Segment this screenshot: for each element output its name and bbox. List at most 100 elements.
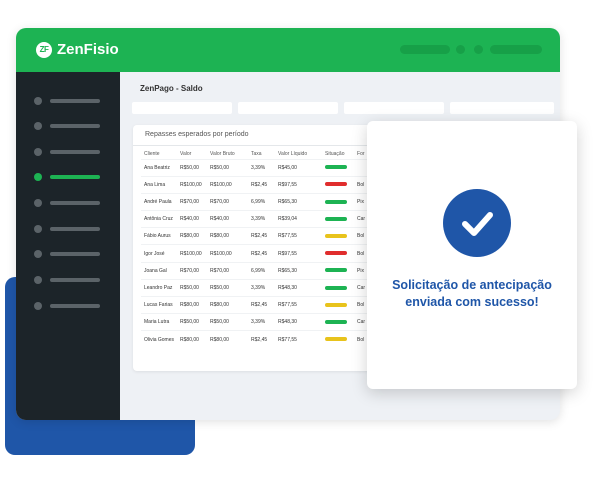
status-badge [325, 234, 348, 239]
sidebar-item[interactable] [34, 121, 104, 131]
table-cell-cliente: Olivia Gomes [141, 330, 178, 349]
table-cell-liquido: R$48,30 [275, 313, 323, 331]
column-header[interactable]: Valor Líquido [275, 149, 322, 159]
page-title: ZenPago - Saldo [140, 84, 203, 93]
sidebar [16, 72, 120, 420]
table-cell-status [322, 313, 355, 331]
status-badge [325, 302, 348, 307]
table-cell-bruto: R$50,00 [207, 278, 249, 297]
table-row[interactable]: Ana Lima R$100,00 R$100,00 R$2,45 R$97,55 Bol [141, 175, 369, 194]
top-bar-dot-icon[interactable] [474, 45, 483, 54]
table-cell-liquido: R$65,30 [275, 261, 323, 280]
table-row[interactable]: André Paula R$70,00 R$70,00 6,99% R$65,30 Pix [141, 192, 369, 211]
status-badge [325, 319, 348, 324]
table-cell-taxa: R$2,45 [248, 175, 276, 194]
top-bar-dot-icon[interactable] [456, 45, 465, 54]
table-cell-liquido: R$65,30 [275, 192, 323, 211]
app-name: ZenFisio [57, 41, 119, 58]
success-message-line: Solicitação de antecipação [392, 278, 552, 292]
column-header[interactable]: Valor Bruto [207, 149, 248, 159]
payments-card: Repasses esperados por período Cliente V… [133, 125, 383, 371]
status-badge [325, 199, 348, 204]
success-message-line: enviada com sucesso! [405, 295, 539, 309]
sidebar-item[interactable] [34, 249, 104, 259]
table-cell-taxa: 3,39% [248, 313, 276, 331]
table-cell-status [322, 227, 355, 245]
table-cell-valor: R$50,00 [177, 158, 208, 177]
table-row[interactable]: Lucas Farias R$80,00 R$80,00 R$2,45 R$77,55 B… [141, 295, 369, 314]
sidebar-item-label-placeholder [50, 150, 100, 154]
table-cell-cliente: Maria Lutra [141, 313, 178, 331]
table-row[interactable]: Leandro Paz R$50,00 R$50,00 3,39% R$48,30 Car [141, 278, 369, 297]
sidebar-item-active[interactable] [34, 172, 104, 182]
sidebar-item[interactable] [34, 147, 104, 157]
table-cell-forma: Bol [354, 244, 369, 263]
table-row[interactable]: Olivia Gomes R$80,00 R$80,00 R$2,45 R$77,55 B… [141, 330, 369, 349]
app-logo[interactable]: ZF ZenFisio [36, 41, 119, 58]
column-header[interactable]: For [354, 149, 368, 159]
sidebar-dot-icon [34, 173, 42, 181]
table-cell-liquido: R$97,55 [275, 175, 323, 194]
table-cell-liquido: R$97,55 [275, 244, 323, 263]
table-cell-forma: Bol [354, 295, 369, 314]
table-cell-liquido: R$48,30 [275, 278, 323, 297]
table-cell-bruto: R$100,00 [207, 244, 249, 263]
sidebar-dot-icon [34, 122, 42, 130]
table-cell-status [322, 261, 355, 280]
column-header[interactable]: Valor [177, 149, 207, 159]
sidebar-item-label-placeholder [50, 278, 100, 282]
table-cell-forma: Bol [354, 175, 369, 194]
sidebar-dot-icon [34, 97, 42, 105]
top-bar-placeholder[interactable] [400, 45, 450, 54]
filter-field[interactable] [238, 102, 338, 114]
column-header[interactable]: Taxa [248, 149, 275, 159]
sidebar-item[interactable] [34, 224, 104, 234]
table-cell-forma: Bol [354, 330, 369, 349]
table-cell-bruto: R$70,00 [207, 192, 249, 211]
sidebar-item[interactable] [34, 96, 104, 106]
sidebar-dot-icon [34, 250, 42, 258]
table-row[interactable]: Ana Beatriz R$50,00 R$50,00 3,39% R$45,00 [141, 158, 369, 177]
table-cell-bruto: R$80,00 [207, 227, 249, 245]
table-cell-bruto: R$80,00 [207, 295, 249, 314]
column-header[interactable]: Situação [322, 149, 354, 159]
table-cell-cliente: Igor José [141, 244, 178, 263]
table-row[interactable]: Fábio Aurus R$80,00 R$80,00 R$2,45 R$77,55 Bo… [141, 227, 369, 245]
sidebar-item[interactable] [34, 301, 104, 311]
sidebar-item[interactable] [34, 275, 104, 285]
sidebar-item-label-placeholder [50, 124, 100, 128]
table-cell-bruto: R$50,00 [207, 313, 249, 331]
table-cell-status [322, 244, 355, 263]
filter-field[interactable] [132, 102, 232, 114]
table-cell-taxa: R$2,45 [248, 244, 276, 263]
filter-field[interactable] [344, 102, 444, 114]
sidebar-dot-icon [34, 199, 42, 207]
sidebar-item-label-placeholder [50, 175, 100, 179]
table-row[interactable]: Igor José R$100,00 R$100,00 R$2,45 R$97,55 Bo… [141, 244, 369, 263]
table-cell-taxa: R$2,45 [248, 227, 276, 245]
table-cell-forma: Car [354, 210, 369, 228]
sidebar-dot-icon [34, 276, 42, 284]
top-bar-placeholder[interactable] [490, 45, 542, 54]
column-header[interactable]: Cliente [141, 149, 177, 159]
table-cell-cliente: Ana Lima [141, 175, 178, 194]
table-cell-status [322, 330, 355, 349]
table-cell-taxa: R$2,45 [248, 330, 276, 349]
table-row[interactable]: Maria Lutra R$50,00 R$50,00 3,39% R$48,30 Car [141, 313, 369, 331]
table-cell-liquido: R$77,55 [275, 227, 323, 245]
table-cell-valor: R$80,00 [177, 295, 208, 314]
status-badge [325, 251, 348, 256]
table-row[interactable]: Joana Gal R$70,00 R$70,00 6,99% R$65,30 Pix [141, 261, 369, 280]
table-cell-bruto: R$80,00 [207, 330, 249, 349]
table-cell-valor: R$100,00 [177, 244, 208, 263]
table-row[interactable]: Antônia Cruz R$40,00 R$40,00 3,39% R$39,04 Ca… [141, 210, 369, 228]
sidebar-item[interactable] [34, 198, 104, 208]
filter-field[interactable] [450, 102, 554, 114]
table-cell-bruto: R$50,00 [207, 158, 249, 177]
table-cell-valor: R$80,00 [177, 330, 208, 349]
table-cell-status [322, 295, 355, 314]
card-divider [133, 145, 383, 146]
table-cell-status [322, 192, 355, 211]
sidebar-item-label-placeholder [50, 304, 100, 308]
stage: ZF ZenFisio ZenPago - Saldo Repasses esp [0, 0, 600, 483]
